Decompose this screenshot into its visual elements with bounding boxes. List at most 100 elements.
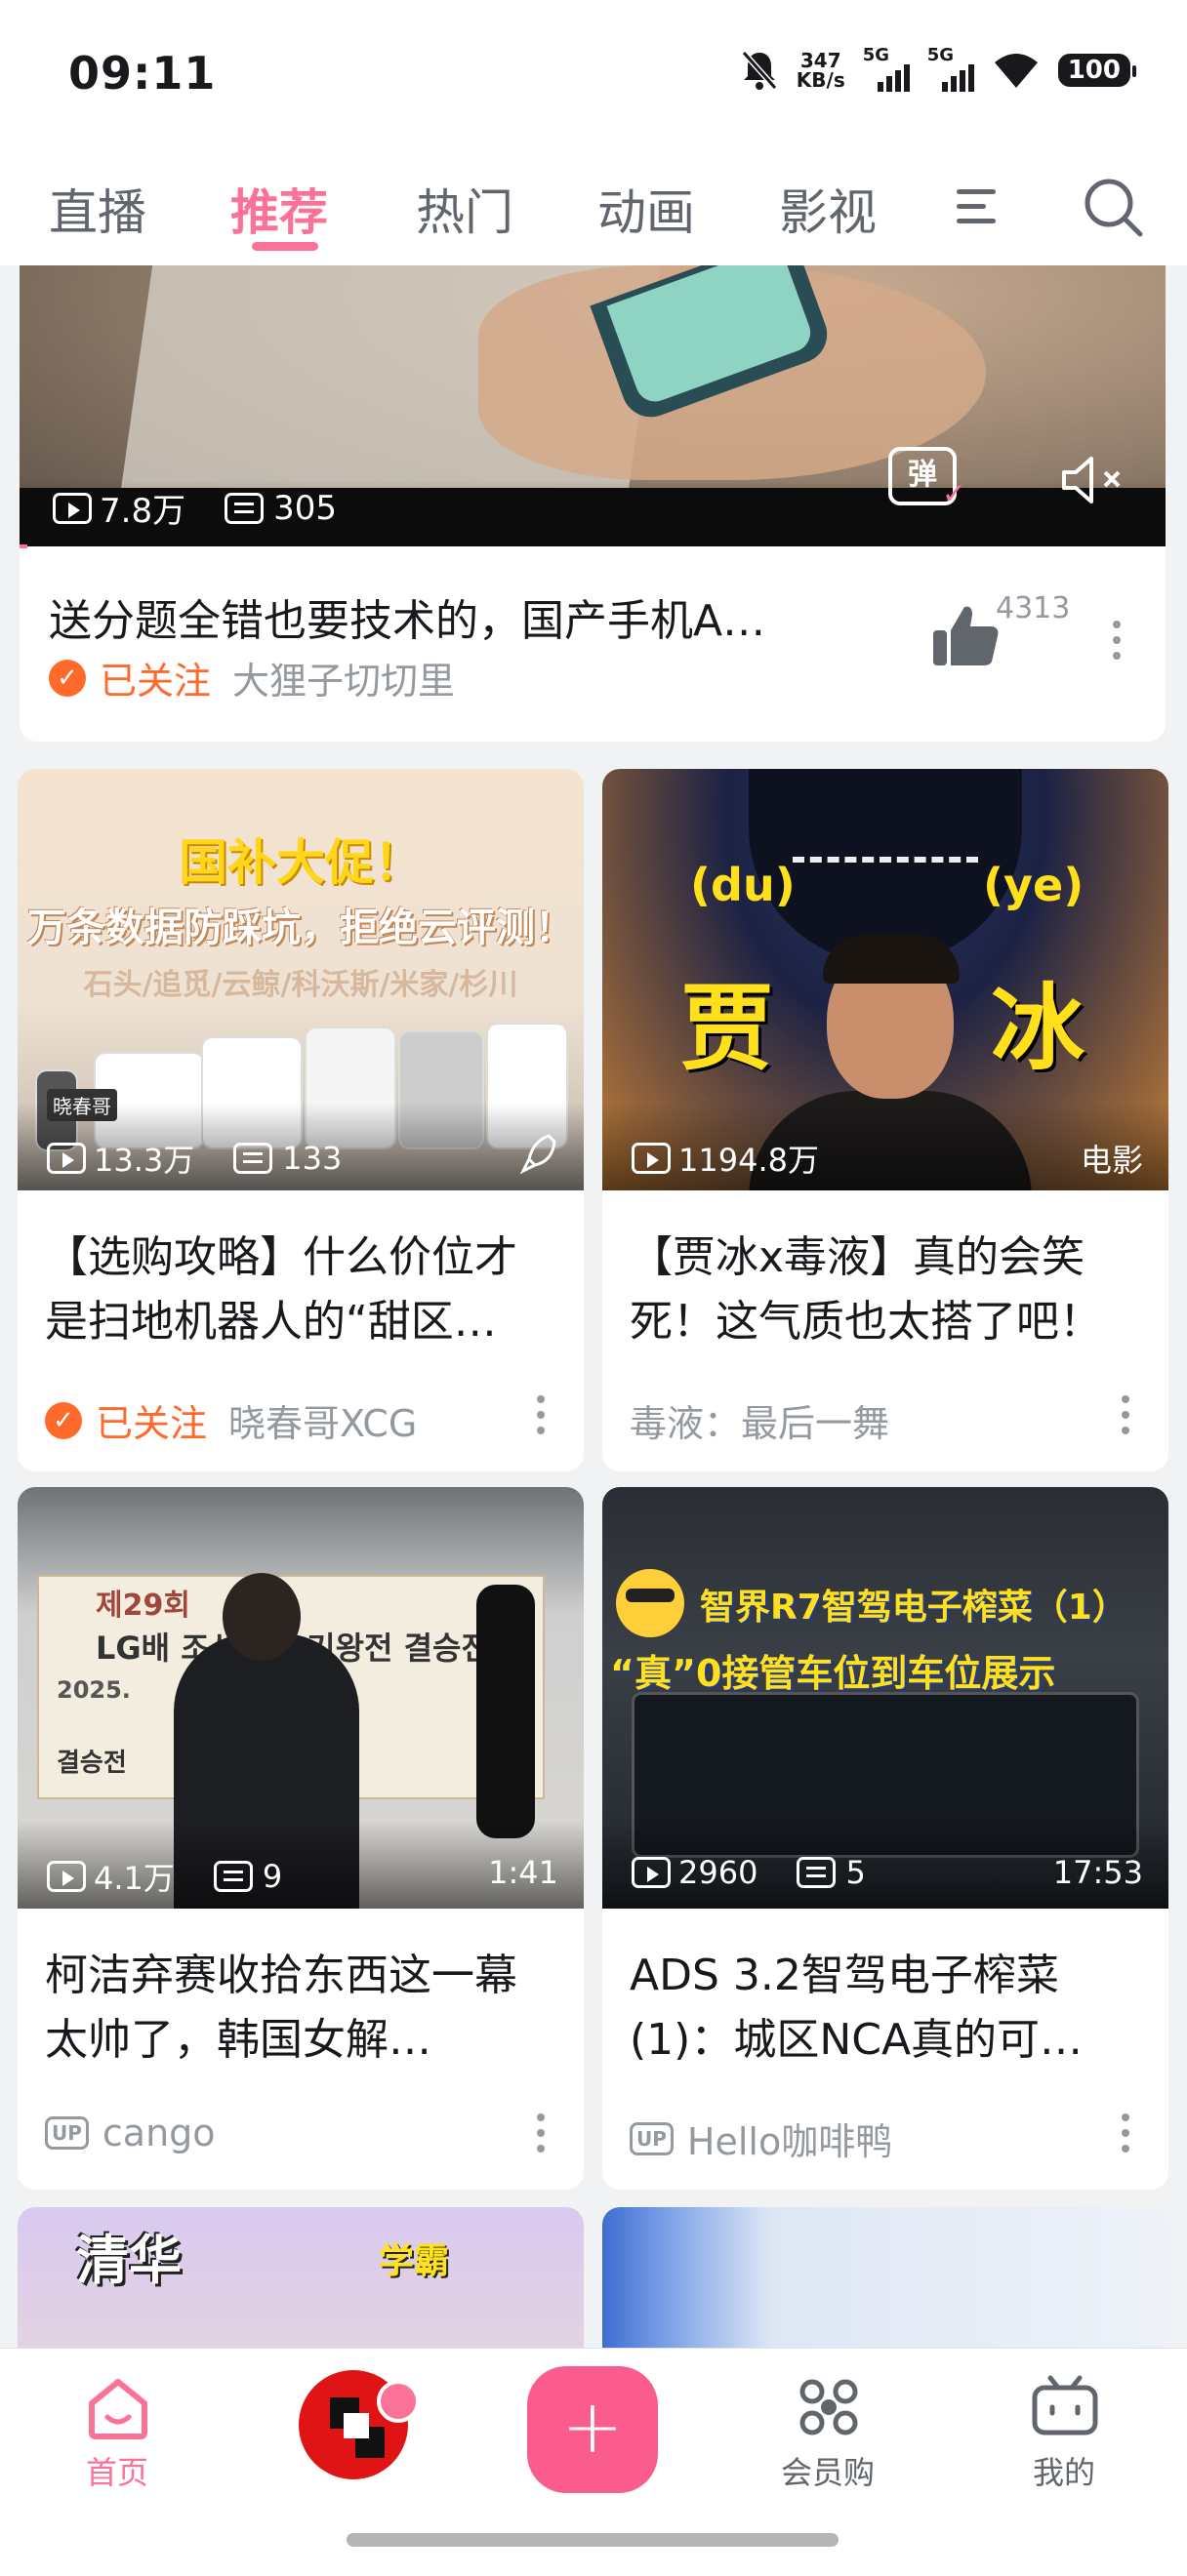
danmaku-count: 133 — [282, 1140, 343, 1177]
video-card[interactable]: 国补大促！ 万条数据防踩坑，拒绝云评测！ 石头/追觅/云鲸/科沃斯/米家/杉川 … — [18, 769, 584, 1471]
video-card[interactable]: 智界R7智驾电子榨菜（1） “真”0接管车位到车位展示 2960 5 17:53… — [602, 1487, 1168, 2190]
tv-icon — [1032, 2375, 1098, 2435]
play-count-icon — [53, 492, 92, 524]
tab-movies[interactable]: 影视 — [779, 174, 877, 244]
video-thumbnail[interactable]: 智界R7智驾电子榨菜（1） “真”0接管车位到车位展示 2960 5 17:53 — [602, 1487, 1168, 1909]
view-count: 7.8万 — [100, 492, 186, 531]
feature-thumbnail[interactable]: 7.8万 305 弹 — [20, 265, 1166, 548]
network-speed: 347 KB/s — [796, 49, 845, 92]
bell-mute-icon — [741, 51, 778, 90]
thumb-char-right: 冰 — [991, 974, 1085, 1083]
menu-icon[interactable] — [957, 185, 1000, 228]
nav-home-label: 首页 — [85, 2454, 148, 2491]
video-title[interactable]: 柯洁弃赛收拾东西这一幕太帅了，韩国女解… — [45, 1944, 553, 2073]
author-row[interactable]: UP Hello咖啡鸭 — [630, 2112, 892, 2165]
feature-author-row[interactable]: ✓ 已关注 大狸子切切里 — [49, 651, 455, 704]
thumb-pinyin-left: (du) — [690, 859, 796, 911]
status-icons: 347 KB/s 5G 5G 100 — [740, 45, 1137, 92]
thumb-brands: 石头/追觅/云鲸/科沃斯/米家/杉川 — [83, 968, 518, 1002]
video-title[interactable]: 【选购攻略】什么价位才是扫地机器人的“甜区… — [45, 1226, 553, 1354]
tab-hot[interactable]: 热门 — [416, 174, 513, 244]
live-status-icon — [377, 2380, 420, 2423]
top-nav: 直播 推荐 热门 动画 影视 — [0, 146, 1187, 265]
play-count-icon — [47, 1143, 86, 1174]
video-stats: 1194.8万 — [632, 1136, 819, 1181]
author-name: cango — [102, 2112, 216, 2154]
more-options-icon[interactable] — [1122, 1395, 1131, 1442]
danmaku-count: 305 — [273, 488, 337, 528]
video-thumbnail[interactable]: 제29회 LG배 조선일보 기왕전 결승전 2025. 결승전 4.1万 9 1… — [18, 1487, 584, 1909]
battery-indicator: 100 — [1057, 54, 1137, 87]
author-name: 大狸子切切里 — [232, 660, 456, 703]
category-tag: 电影 — [1080, 1142, 1143, 1179]
video-stats: 2960 5 — [632, 1854, 866, 1891]
feature-title[interactable]: 送分题全错也要技术的，国产手机A… — [49, 585, 869, 648]
tab-live[interactable]: 直播 — [49, 174, 146, 244]
feature-stats: 7.8万 305 — [53, 484, 337, 532]
view-count: 13.3万 — [94, 1142, 195, 1179]
thumb-headline: 国补大促！ — [179, 834, 423, 891]
gesture-home-bar[interactable] — [347, 2533, 839, 2547]
video-stats: 13.3万 133 — [47, 1136, 342, 1181]
thumb-subline: 万条数据防踩坑，拒绝云评测！ — [27, 906, 574, 950]
source-name: 毒液：最后一舞 — [630, 1402, 890, 1445]
thumb-pinyin-right: (ye) — [983, 859, 1085, 911]
feature-video-card[interactable]: 7.8万 305 弹 送分题全错也要技术的，国产手机A… ✓ 已关注 大狸子切切… — [20, 265, 1166, 742]
wifi-icon — [994, 54, 1038, 88]
danmaku-count-icon — [213, 1861, 253, 1892]
video-thumbnail[interactable]: 国补大促！ 万条数据防踩坑，拒绝云评测！ 石头/追觅/云鲸/科沃斯/米家/杉川 … — [18, 769, 584, 1190]
thumb-text: 제29회 — [96, 1589, 190, 1623]
tab-recommend[interactable]: 推荐 — [230, 174, 328, 244]
thumbs-up-icon[interactable] — [927, 597, 1005, 675]
nav-vip-shop-label: 会员购 — [780, 2454, 875, 2491]
danmaku-count: 5 — [845, 1854, 866, 1891]
more-options-icon[interactable] — [537, 2113, 547, 2160]
create-post-button[interactable]: + — [527, 2366, 658, 2493]
view-count: 2960 — [678, 1854, 758, 1891]
source-row[interactable]: 毒液：最后一舞 — [630, 1393, 889, 1447]
video-stats: 4.1万 9 — [47, 1854, 282, 1899]
vip-shop-icon — [799, 2379, 858, 2435]
author-row[interactable]: UP cango — [45, 2112, 216, 2154]
video-card[interactable]: (du) (ye) 贾 冰 1194.8万 电影 【贾冰x毒液】真的会笑死！这气… — [602, 769, 1168, 1471]
video-duration: 17:53 — [1052, 1854, 1143, 1891]
play-count-icon — [632, 1857, 671, 1888]
active-tab-indicator — [252, 242, 318, 251]
search-icon[interactable] — [1082, 176, 1144, 238]
more-options-icon[interactable] — [537, 1395, 547, 1442]
like-count: 4313 — [996, 591, 1071, 625]
tab-anime[interactable]: 动画 — [597, 174, 695, 244]
signal-sim2-icon: 5G — [927, 45, 974, 92]
more-options-icon[interactable] — [1122, 2113, 1131, 2160]
video-thumbnail[interactable]: (du) (ye) 贾 冰 1194.8万 电影 — [602, 769, 1168, 1190]
thumb-text: 学霸 — [379, 2241, 450, 2281]
more-options-icon[interactable] — [1113, 621, 1123, 667]
rocket-icon — [519, 1134, 556, 1175]
followed-check-icon: ✓ — [49, 659, 86, 697]
mute-icon[interactable] — [1058, 451, 1136, 509]
author-name: Hello咖啡鸭 — [686, 2120, 893, 2163]
up-badge-icon: UP — [630, 2121, 674, 2155]
sunglasses-emoji-icon — [616, 1569, 684, 1637]
status-time: 09:11 — [68, 47, 217, 100]
signal-sim1-icon: 5G — [863, 45, 910, 92]
progress-bar — [20, 544, 27, 548]
thumb-text: 清华 — [76, 2230, 182, 2291]
followed-label: 已关注 — [96, 1402, 208, 1445]
thumb-text: 2025. — [57, 1676, 131, 1704]
author-name: 晓春哥XCG — [228, 1402, 418, 1445]
view-count: 4.1万 — [94, 1860, 175, 1897]
author-row[interactable]: ✓ 已关注 晓春哥XCG — [45, 1393, 417, 1447]
status-bar: 09:11 347 KB/s 5G 5G 100 — [0, 0, 1187, 146]
thumb-subline: “真”0接管车位到车位展示 — [610, 1652, 1056, 1695]
video-title[interactable]: 【贾冰x毒液】真的会笑死！这气质也太搭了吧！ — [630, 1226, 1137, 1354]
danmaku-count-icon — [225, 492, 265, 524]
up-badge-icon: UP — [45, 2116, 89, 2150]
danmaku-toggle-button[interactable]: 弹 — [888, 447, 966, 519]
thumb-text: 결승전 — [57, 1749, 127, 1778]
video-card[interactable]: 제29회 LG배 조선일보 기왕전 결승전 2025. 결승전 4.1万 9 1… — [18, 1487, 584, 2190]
followed-label: 已关注 — [100, 660, 212, 703]
danmaku-count: 9 — [262, 1858, 283, 1895]
video-title[interactable]: ADS 3.2智驾电子榨菜(1)：城区NCA真的可… — [630, 1944, 1137, 2073]
thumb-headline: 智界R7智驾电子榨菜（1） — [700, 1588, 1127, 1628]
